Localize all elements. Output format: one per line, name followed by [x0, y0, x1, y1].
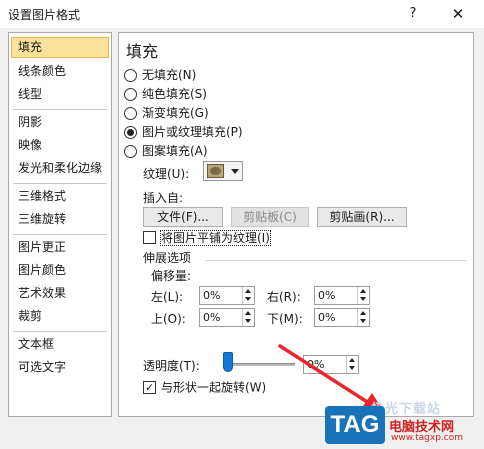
rotate-with-shape-label: 与形状一起旋转(W)	[161, 380, 267, 395]
panel-title: 填充	[126, 42, 159, 61]
spinner-value: 0%	[318, 311, 336, 324]
clipboard-button[interactable]: 剪贴板(C)	[231, 207, 309, 227]
offset-right-spinner[interactable]: 0%	[314, 286, 370, 305]
radio-solid-fill[interactable]: 纯色填充(S)	[124, 86, 207, 103]
offset-top-spinner[interactable]: 0%	[199, 308, 255, 327]
tag-logo: TAG	[325, 406, 385, 444]
close-button[interactable]: ✕	[444, 3, 472, 25]
down-arrow-icon	[245, 319, 251, 323]
offset-bottom-label: 下(M):	[267, 312, 303, 326]
nav-item-picture-corrections[interactable]: 图片更正	[11, 237, 109, 258]
texture-swatch-icon	[207, 164, 224, 178]
spinner-value: 0%	[203, 311, 221, 324]
radio-button[interactable]	[124, 88, 137, 101]
down-arrow-icon	[349, 366, 355, 370]
dialog-title: 设置图片格式	[8, 8, 81, 22]
radio-button[interactable]	[124, 145, 137, 158]
radio-button[interactable]	[124, 69, 137, 82]
offset-left-label: 左(L):	[151, 290, 184, 304]
transparency-label: 透明度(T):	[143, 359, 200, 373]
spinner-value: 0%	[203, 289, 221, 302]
down-arrow-icon	[245, 297, 251, 301]
up-arrow-icon	[245, 289, 251, 293]
rotate-with-shape-checkbox[interactable]	[143, 380, 156, 396]
stretch-options-label: 伸展选项	[143, 251, 192, 265]
nav-item-picture-color[interactable]: 图片颜色	[11, 260, 109, 281]
spinner-buttons[interactable]	[242, 287, 254, 304]
texture-dropdown[interactable]	[203, 161, 243, 181]
up-arrow-icon	[349, 358, 355, 362]
nav-item-3d-format[interactable]: 三维格式	[11, 186, 109, 207]
up-arrow-icon	[245, 311, 251, 315]
radio-label: 图片或纹理填充(P)	[142, 125, 243, 139]
radio-button[interactable]	[124, 107, 137, 120]
spinner-value: 0%	[318, 289, 336, 302]
title-bar: 设置图片格式 ? ✕	[0, 0, 484, 28]
radio-button-checked[interactable]	[124, 126, 137, 139]
nav-item-crop[interactable]: 裁剪	[11, 306, 109, 327]
nav-item-artistic-effects[interactable]: 艺术效果	[11, 283, 109, 304]
radio-picture-texture-fill[interactable]: 图片或纹理填充(P)	[124, 124, 243, 141]
down-arrow-icon	[360, 297, 366, 301]
spinner-buttons[interactable]	[242, 309, 254, 326]
nav-item-text-box[interactable]: 文本框	[11, 334, 109, 355]
offset-left-spinner[interactable]: 0%	[199, 286, 255, 305]
radio-label: 纯色填充(S)	[142, 87, 207, 101]
offset-bottom-spinner[interactable]: 0%	[314, 308, 370, 327]
radio-no-fill[interactable]: 无填充(N)	[124, 67, 196, 84]
texture-label: 纹理(U):	[143, 167, 190, 181]
nav-divider	[13, 331, 107, 332]
nav-item-3d-rotation[interactable]: 三维旋转	[11, 209, 109, 230]
tile-picture-checkbox-row[interactable]: 将图片平铺为纹理(I)	[143, 229, 271, 246]
nav-divider	[13, 234, 107, 235]
radio-label: 无填充(N)	[142, 68, 197, 82]
tile-picture-checkbox[interactable]	[143, 231, 156, 244]
transparency-slider-track[interactable]	[223, 363, 295, 366]
radio-gradient-fill[interactable]: 渐变填充(G)	[124, 105, 209, 122]
clipart-button[interactable]: 剪贴画(R)...	[317, 207, 407, 227]
nav-item-line-color[interactable]: 线条颜色	[11, 61, 109, 82]
nav-divider	[13, 183, 107, 184]
fill-panel: 填充 无填充(N) 纯色填充(S) 渐变填充(G) 图片或纹理填充(P) 图案填…	[118, 32, 474, 417]
watermark-url: www.tagxp.com	[391, 433, 463, 443]
tile-picture-label: 将图片平铺为纹理(I)	[160, 229, 271, 246]
nav-item-reflection[interactable]: 映像	[11, 135, 109, 156]
group-divider	[205, 260, 467, 261]
spinner-value: 0%	[307, 358, 325, 371]
nav-item-glow-soft-edges[interactable]: 发光和柔化边缘	[11, 158, 109, 179]
offset-top-label: 上(O):	[151, 312, 186, 326]
spinner-buttons[interactable]	[346, 356, 358, 373]
offset-right-label: 右(R):	[267, 290, 301, 304]
radio-label: 渐变填充(G)	[142, 106, 209, 120]
insert-from-label: 插入自:	[143, 191, 184, 205]
offset-label: 偏移量:	[151, 269, 192, 283]
help-button[interactable]: ?	[400, 3, 426, 25]
down-arrow-icon	[360, 319, 366, 323]
spinner-buttons[interactable]	[357, 287, 369, 304]
nav-item-line-style[interactable]: 线型	[11, 84, 109, 105]
chevron-down-icon	[231, 169, 239, 174]
dialog-body: 填充 线条颜色 线型 阴影 映像 发光和柔化边缘 三维格式 三维旋转 图片更正 …	[0, 28, 484, 449]
radio-pattern-fill[interactable]: 图案填充(A)	[124, 143, 208, 160]
watermark: 极光下载站 TAG 电脑技术网 www.tagxp.com	[325, 398, 484, 449]
transparency-slider-thumb[interactable]	[223, 352, 233, 372]
up-arrow-icon	[360, 289, 366, 293]
category-list: 填充 线条颜色 线型 阴影 映像 发光和柔化边缘 三维格式 三维旋转 图片更正 …	[8, 32, 112, 417]
nav-divider	[13, 109, 107, 110]
radio-label: 图案填充(A)	[142, 144, 208, 158]
spinner-buttons[interactable]	[357, 309, 369, 326]
nav-item-fill[interactable]: 填充	[11, 37, 109, 58]
nav-item-shadow[interactable]: 阴影	[11, 112, 109, 133]
nav-item-alt-text[interactable]: 可选文字	[11, 357, 109, 378]
rotate-with-shape-checkbox-row[interactable]: 与形状一起旋转(W)	[143, 379, 267, 396]
transparency-spinner[interactable]: 0%	[303, 355, 359, 374]
up-arrow-icon	[360, 311, 366, 315]
file-button[interactable]: 文件(F)...	[143, 207, 223, 227]
